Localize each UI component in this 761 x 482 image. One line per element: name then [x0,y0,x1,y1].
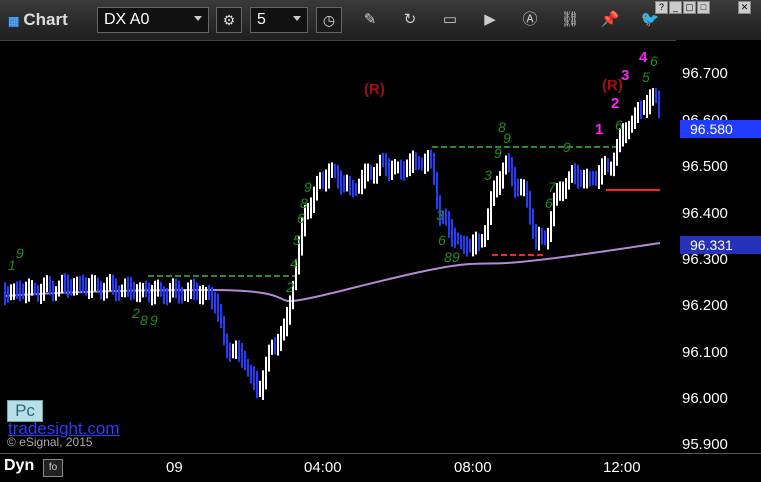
price-label: 96.500 [682,158,728,175]
time-label: 08:00 [454,459,492,476]
reversal-label: (R) [364,81,385,98]
count-label: 2 [131,305,140,321]
reversal-label: (R) [602,77,623,94]
count-label: 2 [285,279,294,295]
count-label: 3 [484,167,492,183]
price-label: 96.700 [682,65,728,82]
restore-button[interactable]: ▢ [683,1,696,14]
reversal-labels: (R) (R) [364,77,623,98]
price-chart-plot[interactable]: 1 9 2 8 9 2 4 5 6 8 9 3 6 8 9 8 9 9 3 6 … [0,0,676,453]
count-label: 5 [293,232,301,248]
maximize-button[interactable]: □ [697,1,710,14]
price-label: 96.200 [682,297,728,314]
count-label: 9 [503,130,511,146]
count-label: 8 [300,195,308,211]
count-label: 5 [642,69,650,85]
count-label: 1 [8,257,16,273]
last-price-tag: 96.580 [680,120,761,138]
sequence-label: 3 [621,67,629,84]
fx-icon[interactable]: fo [43,459,63,477]
chart-window: ▦ Chart DX A0 ⚙ 5 ◷ ✎ ↻ ▭ ▶ Ⓐ ⛓ 📌 🐦 ? _ ▢… [0,0,761,482]
count-label: 8 [140,312,148,328]
count-label: 6 [545,195,553,211]
count-label: 6 [297,210,305,226]
count-label: 6 [615,117,623,133]
count-label: 9 [494,145,502,161]
price-label: 96.000 [682,390,728,407]
time-label: 04:00 [304,459,342,476]
count-label: 4 [290,255,298,271]
price-axis[interactable]: 96.700 96.600 96.500 96.400 96.300 96.20… [676,40,761,453]
copyright-text: © eSignal, 2015 [7,435,93,449]
time-axis[interactable]: Dyn fo 09 04:00 08:00 12:00 [0,453,761,482]
count-label: 7 [548,179,557,195]
sequence-label: 4 [639,49,648,66]
count-label: 6 [650,53,658,69]
time-label: 09 [166,459,183,476]
count-label: 6 [438,232,446,248]
count-label: 9 [16,245,24,261]
sequence-label: 2 [611,95,619,112]
close-button[interactable]: ✕ [738,1,751,14]
ma-value-tag: 96.331 [680,236,761,254]
count-label: 9 [563,139,571,155]
price-label: 96.400 [682,205,728,222]
price-label: 95.900 [682,436,728,453]
time-label: 12:00 [603,459,641,476]
price-bars [4,88,660,400]
count-label: 3 [436,207,444,223]
dyn-label[interactable]: Dyn [4,457,34,475]
price-label: 96.100 [682,344,728,361]
count-label: 9 [304,179,312,195]
count-label: 9 [150,312,158,328]
count-label: 9 [452,249,460,265]
sequence-label: 1 [595,121,603,138]
count-label: 8 [444,249,452,265]
